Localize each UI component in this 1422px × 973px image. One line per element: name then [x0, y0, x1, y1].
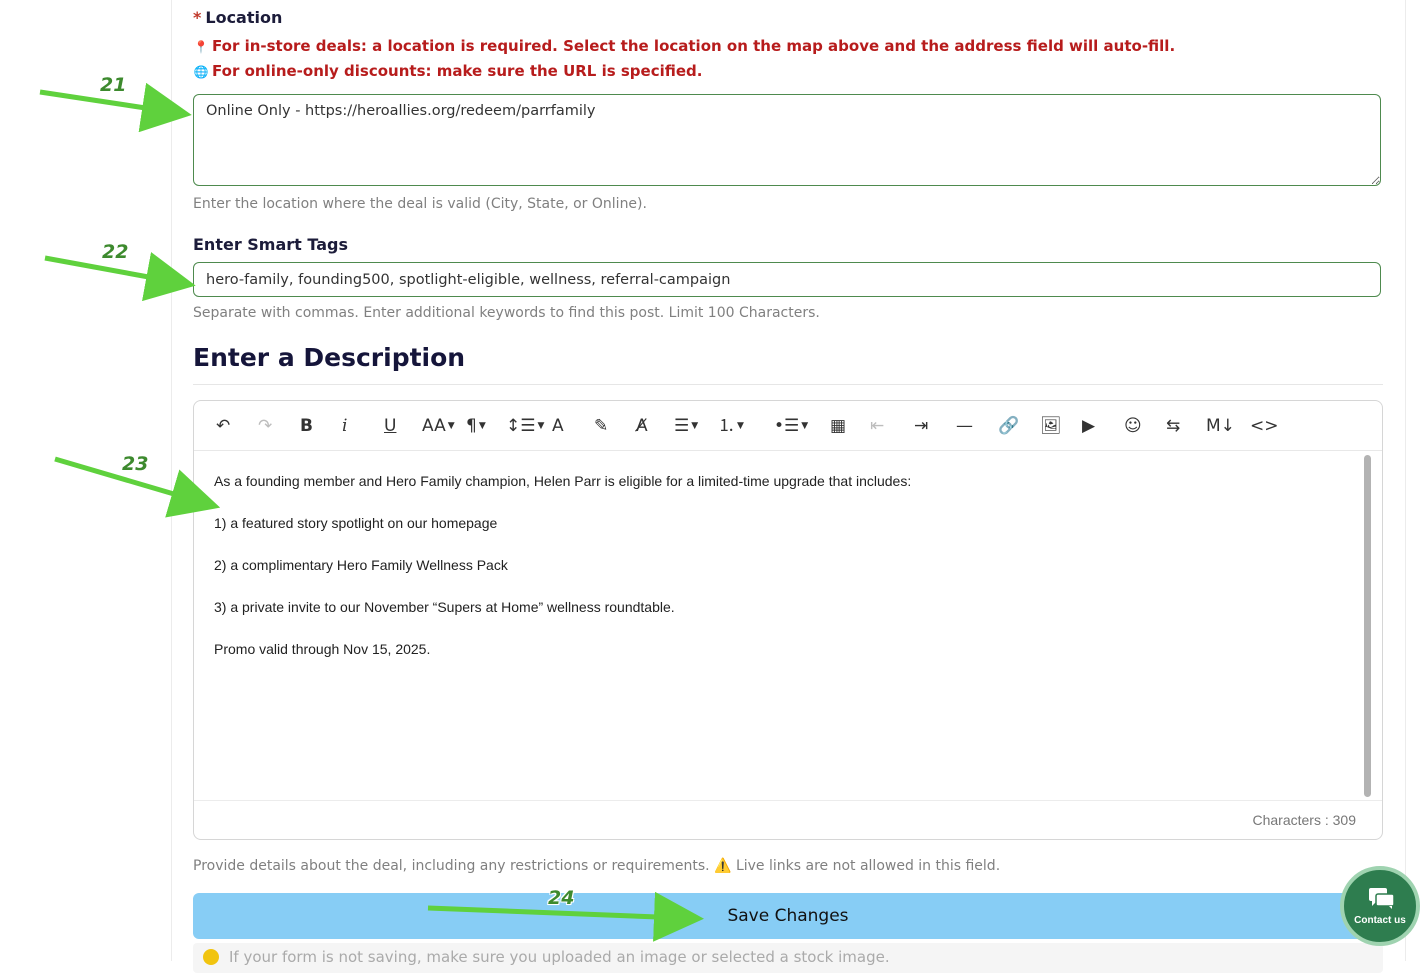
code-view-icon[interactable]: <> — [1250, 413, 1279, 439]
description-paragraph: 2) a complimentary Hero Family Wellness … — [214, 557, 508, 573]
annotation-number-22: 22 — [102, 241, 129, 263]
description-paragraph: 1) a featured story spotlight on our hom… — [214, 515, 498, 531]
description-paragraph: Promo valid through Nov 15, 2025. — [214, 641, 431, 657]
contact-us-label: Contact us — [1354, 915, 1406, 926]
ordered-list-icon[interactable]: ⒈ ▼ — [718, 413, 744, 439]
outdent-icon[interactable]: ⇤ — [870, 413, 884, 439]
bold-icon[interactable]: B — [300, 413, 313, 439]
save-tip: If your form is not saving, make sure yo… — [193, 943, 1383, 973]
divider — [193, 384, 1383, 385]
chevron-down-icon: ▼ — [478, 421, 486, 431]
image-icon[interactable]: 🖼 — [1040, 413, 1062, 439]
clear-format-icon[interactable]: A̸ — [636, 413, 648, 439]
instore-warning: 📍 For in-store deals: a location is requi… — [193, 37, 1176, 55]
description-paragraph: 3) a private invite to our November “Sup… — [214, 599, 675, 615]
scrollbar-thumb[interactable] — [1364, 455, 1371, 797]
unordered-list-icon[interactable]: •☰ ▼ — [774, 413, 808, 439]
tags-label: Enter Smart Tags — [193, 235, 349, 254]
indent-icon[interactable]: ⇥ — [914, 413, 928, 439]
required-mark: * — [193, 8, 202, 27]
location-label: * Location — [193, 8, 283, 27]
emoji-icon[interactable]: ☺ — [1124, 413, 1142, 439]
tip-icon — [203, 949, 219, 965]
editor-footer: Characters : 309 — [194, 800, 1382, 840]
markdown-icon[interactable]: M↓ — [1206, 413, 1235, 439]
character-count: Characters : 309 — [1252, 812, 1357, 828]
annotation-number-24: 24 — [548, 887, 575, 909]
underline-icon[interactable]: U — [384, 413, 396, 439]
annotation-number-23: 23 — [122, 453, 149, 475]
video-icon[interactable]: ▶ — [1082, 413, 1095, 439]
rich-text-editor: ↶ ↷ Bi U AA ▼ ¶ ▼ ↕☰ ▼ A ✎ A̸ ☰ ▼ ⒈ ▼ •☰ ▼ ▦ ⇤ ⇥ — 🔗 🖼 ▶ ☺ ⇆ M↓ <> As… — [193, 400, 1383, 840]
tags-help: Separate with commas. Enter additional k… — [193, 305, 820, 321]
globe-icon: 🌐 — [193, 65, 209, 79]
online-warning: 🌐 For online-only discounts: make sure th… — [193, 62, 703, 80]
editor-content[interactable]: As a founding member and Hero Family cha… — [194, 451, 1366, 801]
chat-bubble-icon — [1369, 888, 1395, 909]
chevron-down-icon: ▼ — [801, 421, 809, 431]
link-icon[interactable]: 🔗 — [998, 413, 1019, 439]
font-size-icon[interactable]: AA ▼ — [422, 413, 455, 439]
text-color-icon[interactable]: A — [552, 413, 564, 439]
chevron-down-icon: ▼ — [537, 421, 545, 431]
chevron-down-icon: ▼ — [737, 421, 744, 431]
location-help: Enter the location where the deal is val… — [193, 196, 647, 212]
undo-icon[interactable]: ↶ — [216, 413, 230, 439]
pin-icon: 📍 — [193, 40, 209, 54]
italic-icon[interactable]: i — [342, 413, 347, 439]
page-background — [0, 0, 171, 961]
chevron-down-icon: ▼ — [447, 421, 455, 431]
highlight-icon[interactable]: ✎ — [594, 413, 608, 439]
tags-input[interactable] — [193, 262, 1381, 297]
save-changes-button[interactable]: Save Changes — [193, 893, 1383, 939]
horizontal-line-icon[interactable]: — — [956, 413, 973, 439]
description-paragraph: As a founding member and Hero Family cha… — [214, 473, 912, 489]
editor-scrollbar[interactable] — [1364, 453, 1372, 799]
editor-toolbar: ↶ ↷ Bi U AA ▼ ¶ ▼ ↕☰ ▼ A ✎ A̸ ☰ ▼ ⒈ ▼ •☰ ▼ ▦ ⇤ ⇥ — 🔗 🖼 ▶ ☺ ⇆ M↓ <> — [194, 401, 1382, 451]
table-icon[interactable]: ▦ — [830, 413, 846, 439]
location-textarea[interactable]: Online Only - https://heroallies.org/red… — [193, 94, 1381, 186]
line-height-icon[interactable]: ↕☰ ▼ — [506, 413, 544, 439]
description-title: Enter a Description — [193, 343, 466, 372]
share-icon[interactable]: ⇆ — [1166, 413, 1180, 439]
contact-us-button[interactable]: Contact us — [1340, 866, 1420, 946]
align-icon[interactable]: ☰ ▼ — [674, 413, 698, 439]
redo-icon[interactable]: ↷ — [258, 413, 272, 439]
annotation-number-21: 21 — [100, 74, 127, 96]
chevron-down-icon: ▼ — [691, 421, 699, 431]
paragraph-format-icon[interactable]: ¶ ▼ — [466, 413, 486, 439]
description-help: Provide details about the deal, includin… — [193, 858, 1001, 874]
